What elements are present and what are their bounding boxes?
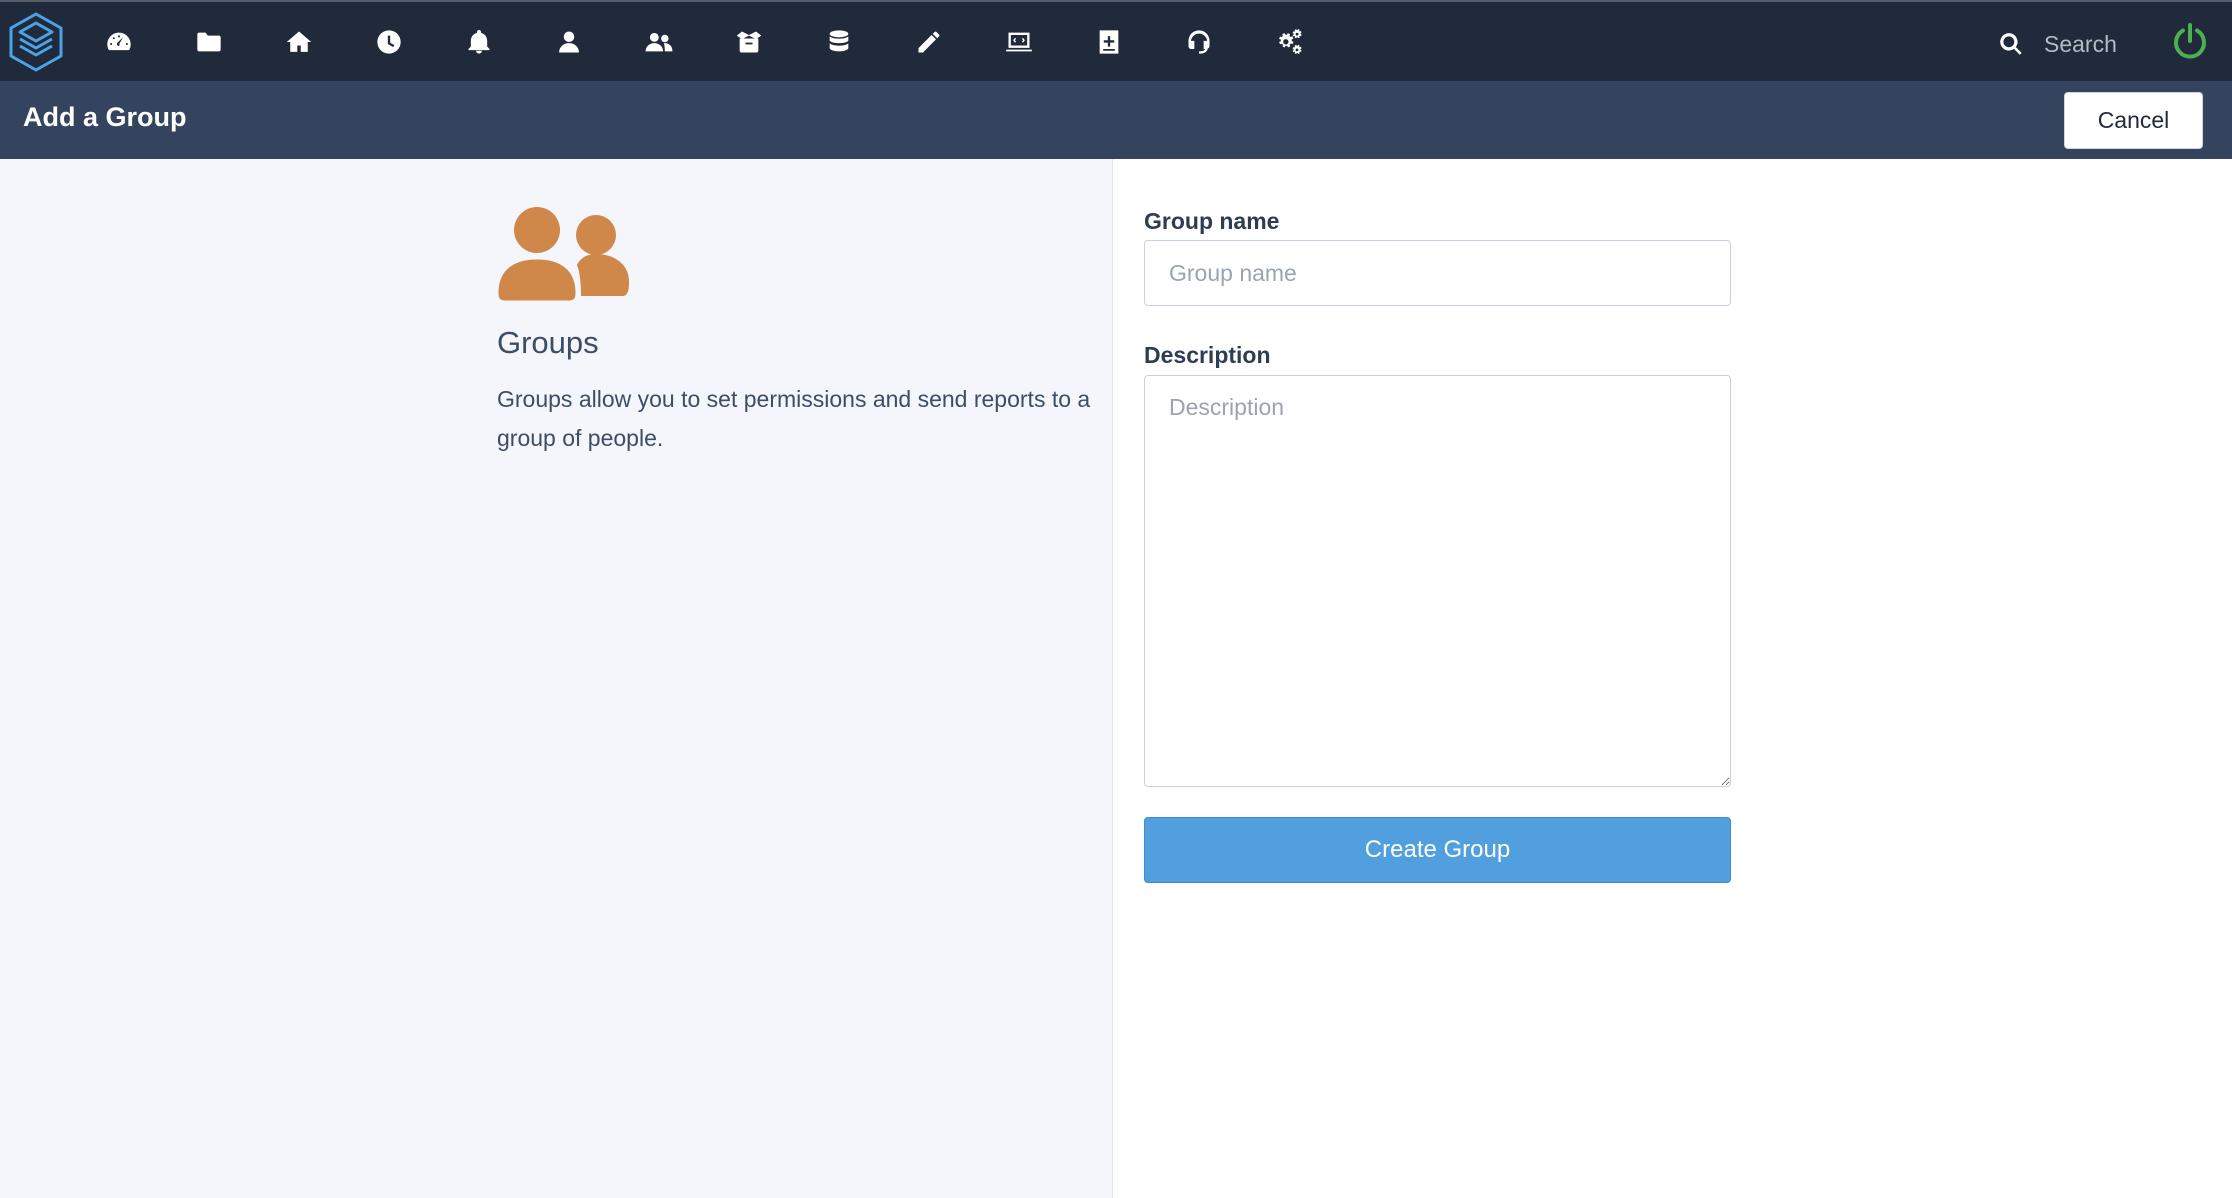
inbox-icon[interactable] [731, 24, 767, 60]
database-icon[interactable] [821, 24, 857, 60]
power-icon[interactable] [2170, 22, 2210, 62]
bell-icon[interactable] [461, 24, 497, 60]
home-icon[interactable] [281, 24, 317, 60]
description-textarea[interactable] [1144, 375, 1731, 787]
user-icon[interactable] [551, 24, 587, 60]
groups-heading: Groups [497, 325, 599, 360]
search-icon [2000, 33, 2022, 55]
pencil-icon[interactable] [911, 24, 947, 60]
add-document-icon[interactable] [1091, 24, 1127, 60]
clock-icon[interactable] [371, 24, 407, 60]
description-label: Description [1144, 342, 1271, 368]
groups-description: Groups allow you to set permissions and … [497, 386, 1091, 451]
info-panel [0, 159, 1113, 1198]
groups-icon [495, 207, 629, 303]
group-name-label: Group name [1144, 208, 1280, 234]
page-title: Add a Group [23, 102, 187, 132]
dashboard-icon[interactable] [101, 24, 137, 60]
top-navbar: Search [0, 0, 2232, 81]
folder-icon[interactable] [191, 24, 227, 60]
page-header [0, 81, 2232, 159]
search-button[interactable]: Search [1998, 26, 2117, 62]
headset-icon[interactable] [1181, 24, 1217, 60]
group-name-input[interactable] [1144, 240, 1731, 306]
cogs-icon[interactable] [1271, 24, 1307, 60]
logo-icon[interactable] [5, 11, 67, 73]
laptop-icon[interactable] [1001, 24, 1037, 60]
create-group-button[interactable]: Create Group [1144, 817, 1731, 883]
search-label: Search [2044, 30, 2117, 57]
cancel-button[interactable]: Cancel [2064, 92, 2203, 149]
users-icon[interactable] [641, 24, 677, 60]
